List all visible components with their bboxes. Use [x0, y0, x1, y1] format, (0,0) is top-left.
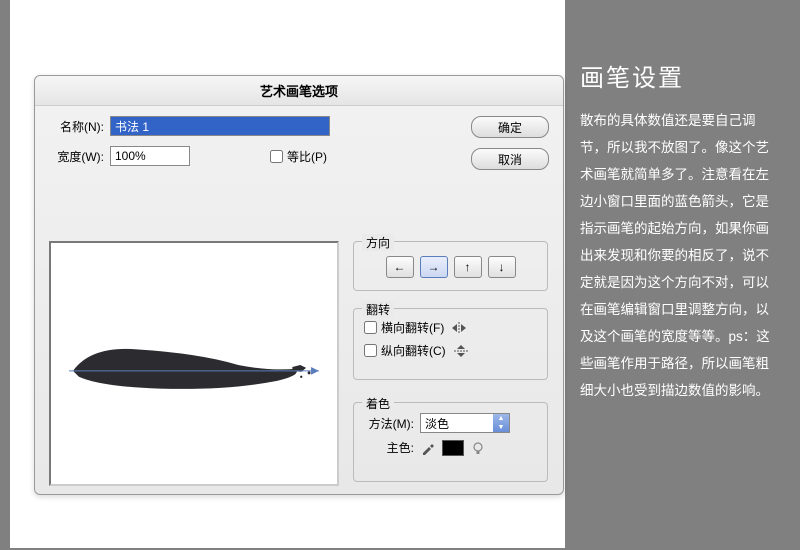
flip-horizontal-checkbox[interactable]: 横向翻转(F) — [364, 319, 444, 336]
flip-group: 翻转 横向翻转(F) 纵向翻转(C) — [353, 308, 548, 380]
direction-right-button[interactable]: → — [420, 256, 448, 278]
flip-group-label: 翻转 — [362, 301, 394, 318]
colorization-group-label: 着色 — [362, 395, 394, 412]
method-select[interactable]: 淡色 ▲▼ — [420, 413, 510, 433]
keycolor-label: 主色: — [364, 439, 414, 456]
direction-group: 方向 ← → ↑ ↓ — [353, 241, 548, 291]
eyedropper-icon[interactable] — [420, 440, 436, 456]
direction-down-button[interactable]: ↓ — [488, 256, 516, 278]
width-label: 宽度(W): — [49, 148, 104, 165]
flip-horizontal-icon — [450, 321, 468, 335]
brush-stroke-preview — [51, 243, 337, 484]
name-label: 名称(N): — [49, 118, 104, 135]
proportional-check-input[interactable] — [270, 150, 283, 163]
flip-vertical-checkbox[interactable]: 纵向翻转(C) — [364, 342, 446, 359]
select-stepper-icon[interactable]: ▲▼ — [493, 414, 509, 432]
side-panel: 画笔设置 散布的具体数值还是要自己调节，所以我不放图了。像这个艺术画笔就简单多了… — [580, 58, 780, 404]
direction-group-label: 方向 — [362, 234, 394, 251]
keycolor-swatch[interactable] — [442, 440, 464, 456]
proportional-checkbox[interactable]: 等比(P) — [270, 148, 327, 165]
direction-arrow-icon — [311, 367, 319, 375]
flip-vertical-icon — [452, 344, 470, 358]
colorization-group: 着色 方法(M): 淡色 ▲▼ 主色: — [353, 402, 548, 482]
art-brush-options-dialog: 艺术画笔选项 确定 取消 名称(N): 宽度(W): 等比(P) — [34, 75, 564, 495]
direction-left-button[interactable]: ← — [386, 256, 414, 278]
tips-icon[interactable] — [470, 440, 486, 456]
side-heading: 画笔设置 — [580, 58, 780, 93]
method-label: 方法(M): — [364, 415, 414, 432]
direction-up-button[interactable]: ↑ — [454, 256, 482, 278]
brush-preview — [49, 241, 339, 486]
name-input[interactable] — [110, 116, 330, 136]
cancel-button[interactable]: 取消 — [471, 148, 549, 170]
width-input[interactable] — [110, 146, 190, 166]
ok-button[interactable]: 确定 — [471, 116, 549, 138]
side-text: 散布的具体数值还是要自己调节，所以我不放图了。像这个艺术画笔就简单多了。注意看在… — [580, 107, 780, 404]
dialog-title: 艺术画笔选项 — [35, 76, 563, 106]
